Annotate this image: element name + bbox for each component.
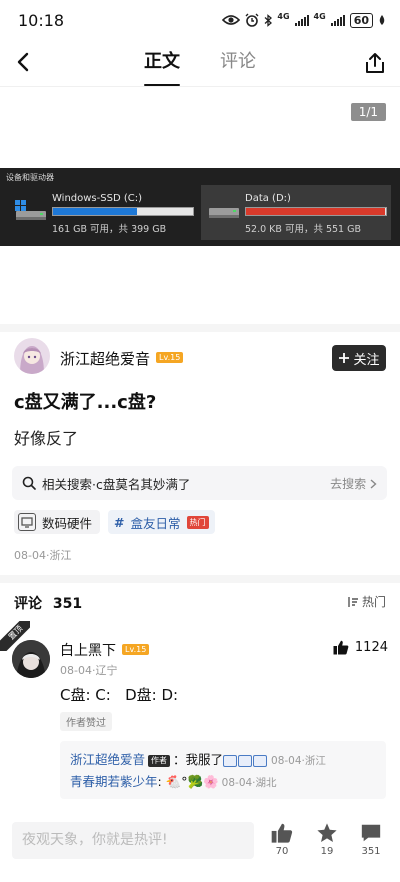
bluetooth-icon [264,13,273,27]
reply-text: ：我服了 [173,752,224,767]
status-bar: 10:18 4G 4G 60 [0,0,400,40]
alarm-icon [245,13,259,27]
hot-badge: 热门 [186,515,209,529]
tab-main-text[interactable]: 正文 [124,40,200,86]
section-divider [0,324,400,332]
eye-icon [222,15,241,25]
post-title: c盘又满了...c盘? [14,392,157,413]
reply-emojis: 🐔°🥦🌸 [165,774,219,789]
drive-c-info: 161 GB 可用，共 399 GB [52,224,167,235]
sort-hot-button[interactable]: 热门 [347,593,386,610]
sticker-icon [223,754,238,767]
post-tags: 数码硬件 # 盒友日常 热门 [14,510,215,534]
reply-emojis [223,752,268,767]
drive-c-usage-bar [52,207,194,216]
comment-text: C盘: C: D盘: D: [60,686,179,704]
top-nav: 正文 评论 [0,40,400,86]
like-count: 70 [275,846,289,857]
plus-icon [339,353,350,363]
comment-bubble-icon [361,824,381,842]
author-name[interactable]: 浙江超绝爱音 Lv.15 [60,348,184,369]
comments-count: 351 [52,596,83,612]
commenter-name[interactable]: 白上黑下 Lv.15 [60,640,150,660]
comment-replies[interactable]: 浙江超绝爱音 作者 ：我服了 08-04·浙江 青春期若紫少年: 🐔°🥦🌸 08-04·… [60,741,386,799]
reply-author[interactable]: 青春期若紫少年 [70,774,158,789]
author-level-badge: Lv.15 [156,352,184,363]
windows-drive-icon [15,200,46,220]
drive-d-info: 52.0 KB 可用，共 551 GB [245,224,361,235]
comment-input[interactable]: 夜观天象，你就是热评! [12,822,254,859]
post-meta: 08-04·浙江 [14,549,72,562]
search-icon [22,476,36,490]
reply-text: : [157,774,162,789]
favorite-count: 19 [320,846,334,857]
tag-label: 数码硬件 [42,515,93,531]
commenter-level-badge: Lv.15 [122,643,150,655]
comments-header: 评论 351 热门 [14,593,386,613]
drive-d-usage-bar [245,207,387,216]
share-icon[interactable] [364,51,386,75]
tag-topic-daily[interactable]: # 盒友日常 热门 [108,510,215,534]
like-button[interactable]: 70 [262,822,302,857]
chevron-right-icon [370,479,377,489]
drive-d: Data (D:) 52.0 KB 可用，共 551 GB [201,185,391,240]
commenter-avatar[interactable] [12,640,50,678]
tag-label: 盒友日常 [130,515,181,531]
sticker-icon [238,754,253,767]
hard-drive-icon [209,208,239,218]
image-page-indicator: 1/1 [350,103,386,121]
favorite-button[interactable]: 19 [307,822,347,857]
sort-icon [348,596,358,607]
drives-section-title: 设备和驱动器 [6,173,54,182]
charging-icon [379,15,385,25]
related-search-text: 相关搜索·c盘莫名其妙满了 [42,476,191,492]
back-icon[interactable] [12,50,36,74]
drives-panel: 设备和驱动器 Windows-SSD (C:) 161 GB 可用，共 399 … [0,168,400,246]
follow-button[interactable]: 关注 [332,345,386,371]
related-search-bar[interactable]: 相关搜索·c盘莫名其妙满了 去搜索 [12,466,387,500]
comment-like-count: 1124 [354,640,388,655]
post-author: 浙江超绝爱音 Lv.15 关注 [14,338,386,378]
comment-button[interactable]: 351 [351,822,391,857]
author-avatar[interactable] [14,338,50,374]
comments-label: 评论 [14,596,42,612]
drive-c: Windows-SSD (C:) 161 GB 可用，共 399 GB [8,185,198,240]
drive-c-name: Windows-SSD (C:) [52,193,142,204]
post-body: 好像反了 [14,429,79,448]
author-liked-badge: 作者赞过 [60,712,112,731]
network-type-1: 4G [277,11,290,21]
reply-author[interactable]: 浙江超绝爱音 [70,752,145,767]
tab-comments[interactable]: 评论 [200,40,276,86]
follow-label: 关注 [353,352,380,368]
signal-icon-2 [330,14,345,26]
comment-count: 351 [361,846,381,857]
tag-digital-hardware[interactable]: 数码硬件 [14,510,101,534]
reply-item: 浙江超绝爱音 作者 ：我服了 08-04·浙江 [70,749,376,771]
comment-meta: 08-04·辽宁 [60,664,118,677]
author-tag: 作者 [148,754,171,767]
post-image[interactable]: 1/1 设备和驱动器 Windows-SSD (C:) 161 GB 可用，共 … [0,86,400,324]
star-icon [317,823,337,842]
related-search-action[interactable]: 去搜索 [330,475,377,492]
bottom-action-bar: 夜观天象，你就是热评! 70 19 351 [0,812,400,882]
reply-date: 08-04·湖北 [221,777,277,789]
status-time: 10:18 [18,10,65,30]
computer-icon [18,513,36,531]
sticker-icon [253,754,268,767]
section-divider [0,575,400,583]
thumbs-up-icon [333,640,349,655]
network-type-2: 4G [313,11,326,21]
battery-indicator: 60 [349,12,373,28]
signal-icon-1 [294,14,309,26]
status-icons: 4G 4G 60 [222,11,386,28]
thumbs-up-icon [271,823,293,843]
hashtag-icon: # [114,514,125,530]
comment-like-button[interactable]: 1124 [333,640,388,655]
reply-date: 08-04·浙江 [271,755,326,767]
drive-d-name: Data (D:) [245,193,291,204]
reply-item: 青春期若紫少年: 🐔°🥦🌸 08-04·湖北 [70,771,376,793]
